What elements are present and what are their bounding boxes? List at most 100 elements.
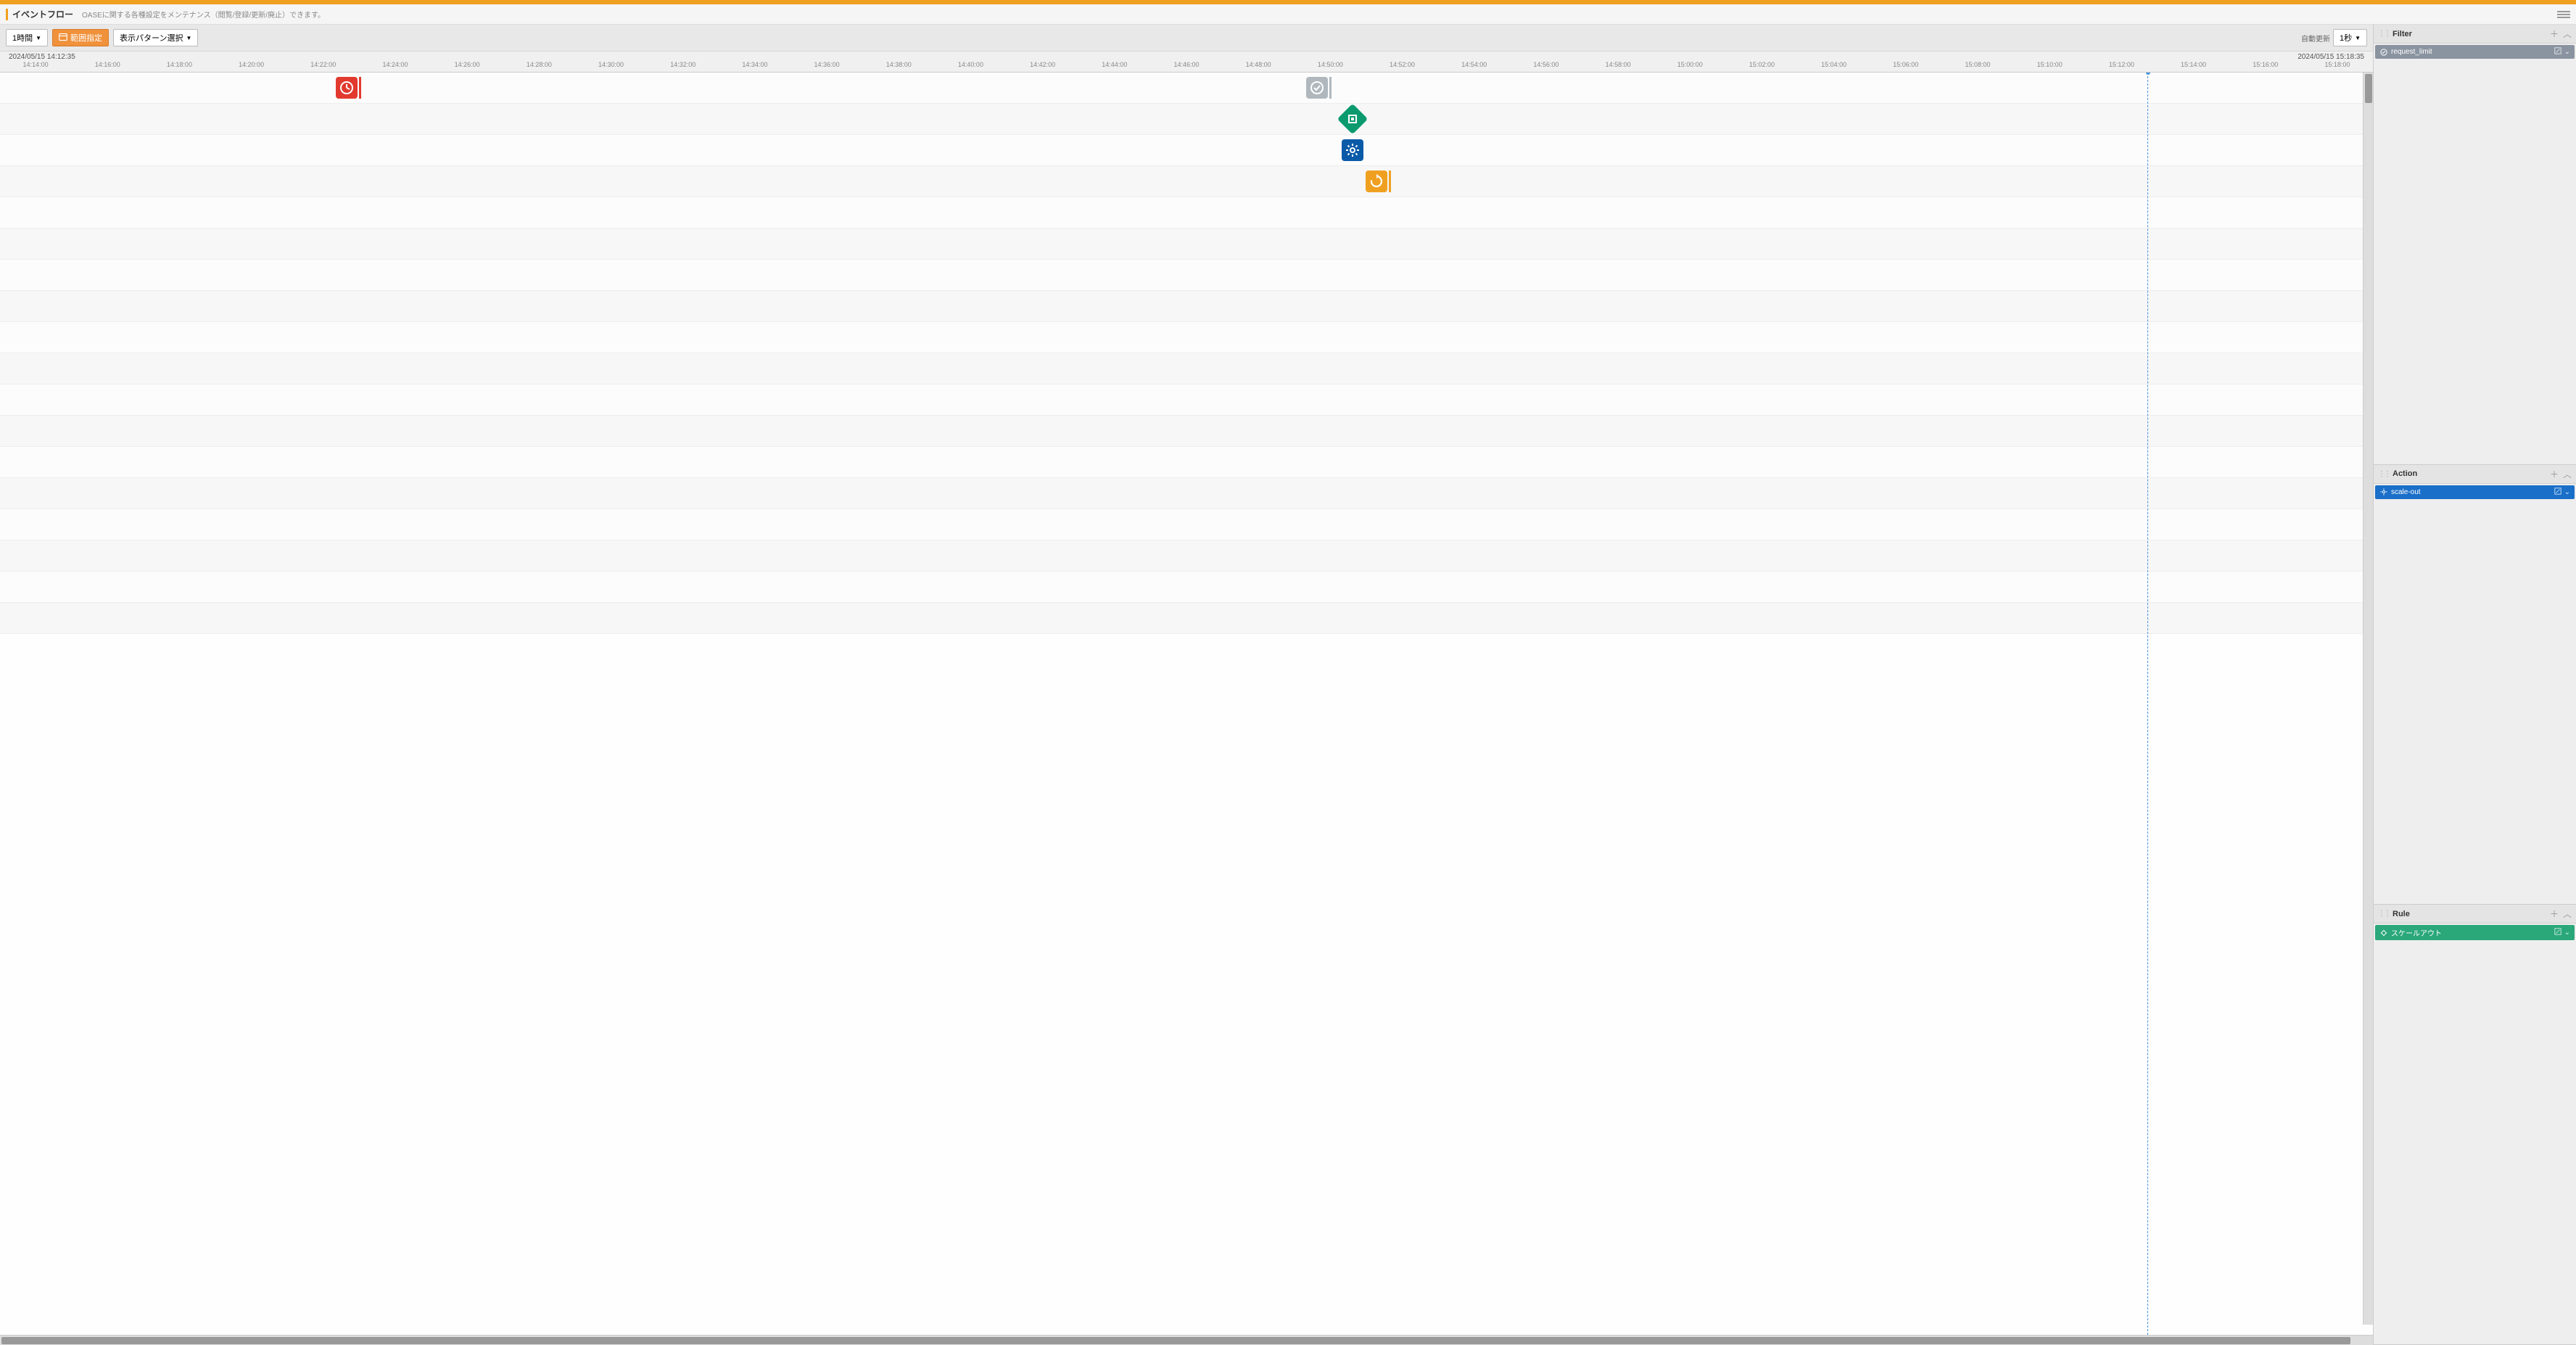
chevron-down-icon[interactable]: ⌄ [2564, 488, 2570, 496]
timeline-row [0, 478, 2373, 509]
timeline-row [0, 509, 2373, 540]
time-range-label: 1時間 [12, 32, 33, 44]
gear-blue-event-icon[interactable] [1342, 139, 1363, 161]
timeline-start-label: 2024/05/15 14:12:35 [9, 53, 75, 61]
timeline-row [0, 104, 2373, 135]
range-specify-label: 範囲指定 [70, 32, 102, 44]
chevron-down-icon[interactable]: ⌄ [2564, 929, 2570, 937]
diamond-green-event-icon[interactable] [1337, 104, 1368, 134]
action-panel-title: Action [2393, 469, 2546, 478]
toolbar: 1時間 ▼ 範囲指定 表示パターン選択 ▼ 自動更新 1秒 ▼ [0, 25, 2373, 52]
collapse-action-button[interactable]: ︿ [2563, 468, 2572, 480]
add-filter-button[interactable]: ＋ [2550, 28, 2559, 40]
event-bar [1389, 170, 1391, 192]
add-action-button[interactable]: ＋ [2550, 468, 2559, 480]
time-tick: 15:00:00 [1677, 61, 1703, 68]
time-tick: 14:54:00 [1461, 61, 1487, 68]
time-tick: 14:28:00 [527, 61, 552, 68]
timeline-row [0, 135, 2373, 166]
time-tick: 14:24:00 [382, 61, 408, 68]
timeline-row [0, 229, 2373, 260]
page-description: OASEに関する各種設定をメンテナンス（閲覧/登録/更新/廃止）できます。 [82, 9, 325, 20]
time-tick: 14:22:00 [310, 61, 336, 68]
pattern-select-dropdown[interactable]: 表示パターン選択 ▼ [113, 29, 198, 46]
time-tick: 14:34:00 [742, 61, 767, 68]
pattern-select-label: 表示パターン選択 [120, 32, 183, 44]
refresh-interval-dropdown[interactable]: 1秒 ▼ [2333, 29, 2367, 46]
timeline-area: 1時間 ▼ 範囲指定 表示パターン選択 ▼ 自動更新 1秒 ▼ [0, 25, 2373, 1345]
collapse-filter-button[interactable]: ︿ [2563, 28, 2572, 40]
timeline-row [0, 572, 2373, 603]
header-menu-button[interactable] [2557, 8, 2570, 21]
gear-icon [2379, 488, 2388, 496]
rule-panel-title: Rule [2393, 910, 2546, 918]
side-panel: ⋮⋮ Filter ＋ ︿ request_limit⌄ ⋮⋮ Action ＋… [2373, 25, 2576, 1345]
time-tick: 14:44:00 [1102, 61, 1127, 68]
time-tick: 14:48:00 [1246, 61, 1271, 68]
edit-icon[interactable] [2554, 47, 2561, 57]
current-time-line [2147, 73, 2148, 1335]
time-tick: 15:16:00 [2253, 61, 2278, 68]
horizontal-scrollbar[interactable] [0, 1335, 2373, 1345]
collapse-rule-button[interactable]: ︿ [2563, 908, 2572, 920]
clock-red-event-icon[interactable] [336, 77, 358, 99]
timeline-row [0, 73, 2373, 104]
time-tick: 14:38:00 [886, 61, 912, 68]
time-tick: 15:12:00 [2109, 61, 2134, 68]
time-tick: 14:46:00 [1173, 61, 1199, 68]
grip-icon[interactable]: ⋮⋮ [2378, 470, 2390, 478]
action-panel: ⋮⋮ Action ＋ ︿ scale-out ⌄ [2374, 465, 2576, 905]
diamond-icon [2379, 929, 2388, 937]
add-rule-button[interactable]: ＋ [2550, 908, 2559, 920]
time-tick: 14:58:00 [1606, 61, 1631, 68]
rule-panel-header: ⋮⋮ Rule ＋ ︿ [2374, 905, 2576, 924]
time-scale: 14:14:0014:16:0014:18:0014:20:0014:22:00… [0, 61, 2373, 73]
time-tick: 15:02:00 [1749, 61, 1775, 68]
panel-item[interactable]: request_limit⌄ [2375, 45, 2575, 59]
panel-item[interactable]: スケールアウト⌄ [2375, 925, 2575, 940]
check-circle-icon [2379, 48, 2388, 57]
timeline-row [0, 384, 2373, 416]
event-bar [1329, 77, 1332, 99]
time-tick: 14:14:00 [23, 61, 49, 68]
time-tick: 14:32:00 [670, 61, 695, 68]
time-tick: 14:40:00 [958, 61, 983, 68]
grip-icon[interactable]: ⋮⋮ [2378, 30, 2390, 38]
refresh-interval-value: 1秒 [2340, 32, 2352, 44]
time-tick: 14:26:00 [455, 61, 480, 68]
chevron-down-icon[interactable]: ⌄ [2564, 48, 2570, 56]
calendar-icon [59, 33, 67, 44]
timeline-row [0, 416, 2373, 447]
check-gray-event-icon[interactable] [1306, 77, 1328, 99]
refresh-orange-event-icon[interactable] [1366, 170, 1387, 192]
timeline-end-label: 2024/05/15 15:18:35 [2298, 53, 2364, 61]
time-tick: 14:36:00 [814, 61, 840, 68]
edit-icon[interactable] [2554, 488, 2561, 497]
time-tick: 15:04:00 [1821, 61, 1846, 68]
filter-panel-body: request_limit⌄ [2374, 44, 2576, 464]
time-tick: 14:56:00 [1533, 61, 1559, 68]
panel-item[interactable]: scale-out ⌄ [2375, 485, 2575, 499]
action-panel-header: ⋮⋮ Action ＋ ︿ [2374, 465, 2576, 484]
time-range-dropdown[interactable]: 1時間 ▼ [6, 29, 48, 46]
panel-item-label: scale-out [2391, 488, 2551, 496]
vertical-scrollbar[interactable] [2363, 73, 2373, 1325]
time-tick: 14:52:00 [1390, 61, 1415, 68]
range-specify-button[interactable]: 範囲指定 [52, 29, 109, 46]
timeline-row [0, 291, 2373, 322]
time-tick: 15:18:00 [2324, 61, 2350, 68]
time-tick: 15:08:00 [1965, 61, 1990, 68]
time-tick: 14:18:00 [167, 61, 192, 68]
page-title: イベントフロー [12, 8, 73, 20]
time-tick: 15:06:00 [1893, 61, 1918, 68]
timeline-row [0, 166, 2373, 197]
header-accent [6, 9, 8, 20]
timeline-row [0, 447, 2373, 478]
timeline-row [0, 603, 2373, 634]
grip-icon[interactable]: ⋮⋮ [2378, 910, 2390, 918]
time-range-labels: 2024/05/15 14:12:35 2024/05/15 15:18:35 [0, 52, 2373, 61]
timeline-row [0, 540, 2373, 572]
timeline-body[interactable] [0, 73, 2373, 1335]
edit-icon[interactable] [2554, 928, 2561, 937]
chevron-down-icon: ▼ [2355, 35, 2361, 41]
